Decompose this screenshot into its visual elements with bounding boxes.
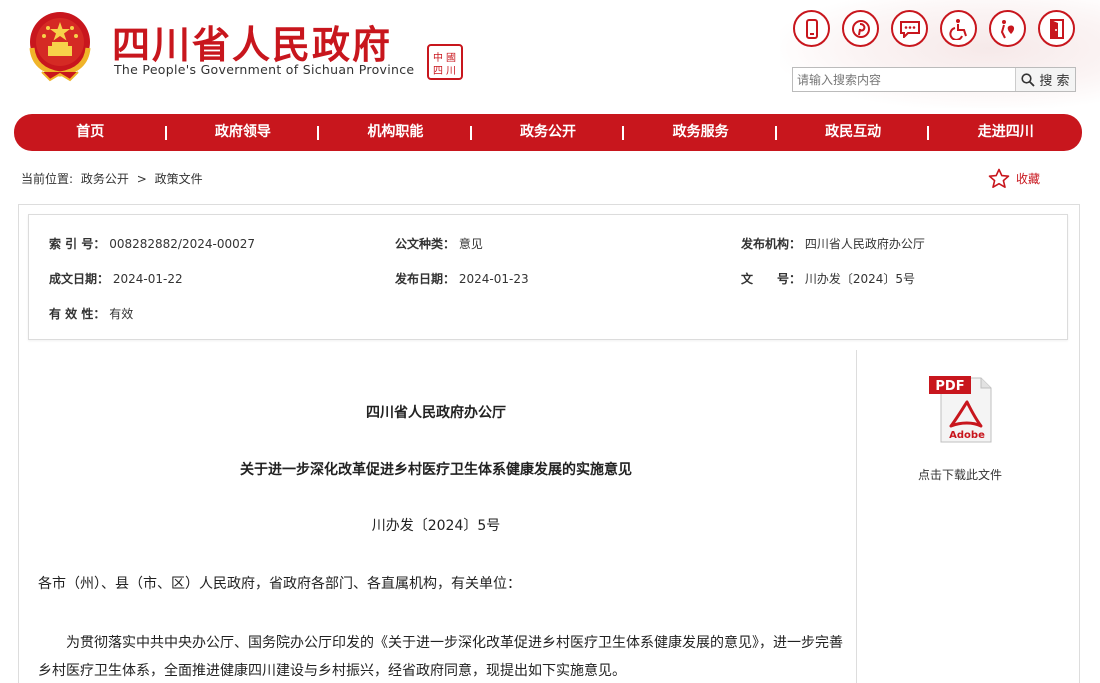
nav-item-interaction[interactable]: 政民互动 <box>777 114 930 151</box>
header-toolbar <box>793 10 1075 47</box>
nav-item-home[interactable]: 首页 <box>14 114 167 151</box>
article-title: 关于进一步深化改革促进乡村医疗卫生体系健康发展的实施意见 <box>240 462 632 478</box>
svg-text:國: 國 <box>446 52 456 64</box>
main-nav: 首页 政府领导 机构职能 政务公开 政务服务 政民互动 走进四川 <box>14 114 1082 151</box>
nav-item-leaders[interactable]: 政府领导 <box>167 114 320 151</box>
favorite-button[interactable]: 收藏 <box>988 168 1040 189</box>
meta-created-label: 成文日期： <box>49 272 110 286</box>
meta-index-label: 索 引 号： <box>49 237 106 251</box>
nav-item-institutions[interactable]: 机构职能 <box>319 114 472 151</box>
download-file-link[interactable]: 点击下载此文件 <box>918 466 1002 483</box>
article-doc-number: 川办发〔2024〕5号 <box>371 518 501 534</box>
meta-created: 成文日期： 2024-01-22 <box>49 270 183 287</box>
article-paragraph: 为贯彻落实中共中央办公厅、国务院办公厅印发的《关于进一步深化改革促进乡村医疗卫生… <box>38 635 843 679</box>
nav-item-gov-affairs-open[interactable]: 政务公开 <box>472 114 625 151</box>
meta-docno-value: 川办发〔2024〕5号 <box>804 272 916 286</box>
meta-publisher: 发布机构： 四川省人民政府办公厅 <box>741 235 925 252</box>
breadcrumb-prefix: 当前位置: <box>21 172 74 186</box>
mobile-icon[interactable] <box>793 10 830 47</box>
meta-category-value: 意见 <box>458 237 483 251</box>
pinterest-icon[interactable] <box>842 10 879 47</box>
sidebar-divider <box>856 350 857 683</box>
meta-category-label: 公文种类： <box>395 237 456 251</box>
nav-item-about-sichuan[interactable]: 走进四川 <box>929 114 1082 151</box>
meta-validity-label: 有 效 性： <box>49 307 106 321</box>
meta-index-value: 008282882/2024-00027 <box>109 237 255 251</box>
seal-logo: 中 國 四 川 <box>427 44 463 80</box>
search-box: 搜 索 <box>792 67 1076 92</box>
adobe-label: Adobe <box>949 430 985 441</box>
meta-publisher-label: 发布机构： <box>741 237 802 251</box>
breadcrumb-link-gov-affairs-open[interactable]: 政务公开 <box>81 172 129 186</box>
svg-text:中: 中 <box>433 51 443 64</box>
pdf-label: PDF <box>935 379 964 394</box>
nav-item-gov-services[interactable]: 政务服务 <box>624 114 777 151</box>
meta-publisher-value: 四川省人民政府办公厅 <box>804 237 925 251</box>
national-emblem-icon <box>29 12 91 82</box>
article-salutation: 各市（州）、县（市、区）人民政府，省政府各部门、各直属机构，有关单位： <box>38 576 521 592</box>
star-icon <box>988 168 1010 189</box>
pdf-download-icon[interactable]: PDF Adobe <box>927 372 999 444</box>
meta-index: 索 引 号： 008282882/2024-00027 <box>49 235 255 252</box>
search-icon <box>1021 72 1036 87</box>
document-metadata: 索 引 号： 008282882/2024-00027 公文种类： 意见 发布机… <box>28 214 1068 340</box>
wheelchair-icon[interactable] <box>940 10 977 47</box>
breadcrumb: 当前位置: 政务公开 > 政策文件 <box>21 170 207 187</box>
meta-row-1: 索 引 号： 008282882/2024-00027 公文种类： 意见 发布机… <box>29 235 1067 255</box>
svg-text:川: 川 <box>446 66 456 77</box>
seal-glyph-icon: 中 國 四 川 <box>433 51 456 77</box>
site-header: 四川省人民政府 The People's Government of Sichu… <box>0 0 1100 108</box>
meta-row-3: 有 效 性： 有效 <box>29 305 1067 325</box>
meta-validity: 有 效 性： 有效 <box>49 305 133 322</box>
meta-published-label: 发布日期： <box>395 272 456 286</box>
meta-published-value: 2024-01-23 <box>458 272 529 286</box>
elderly-care-icon[interactable] <box>989 10 1026 47</box>
search-input[interactable] <box>793 68 1015 91</box>
breadcrumb-link-policy-docs[interactable]: 政策文件 <box>155 172 203 186</box>
meta-docno: 文 号： 川办发〔2024〕5号 <box>741 270 915 287</box>
meta-category: 公文种类： 意见 <box>395 235 483 252</box>
exit-icon[interactable] <box>1038 10 1075 47</box>
favorite-label: 收藏 <box>1016 172 1041 186</box>
article-issuer: 四川省人民政府办公厅 <box>366 405 506 421</box>
chat-icon[interactable] <box>891 10 928 47</box>
meta-docno-label: 文 号： <box>741 272 802 286</box>
site-title[interactable]: 四川省人民政府 <box>112 14 392 69</box>
svg-text:四: 四 <box>433 66 443 77</box>
breadcrumb-separator: > <box>136 172 147 186</box>
search-button[interactable]: 搜 索 <box>1015 68 1075 91</box>
meta-row-2: 成文日期： 2024-01-22 发布日期： 2024-01-23 文 号： 川… <box>29 270 1067 290</box>
search-button-label: 搜 索 <box>1039 74 1070 89</box>
meta-validity-value: 有效 <box>109 307 134 321</box>
site-subtitle: The People's Government of Sichuan Provi… <box>114 62 415 77</box>
meta-published: 发布日期： 2024-01-23 <box>395 270 529 287</box>
meta-created-value: 2024-01-22 <box>112 272 183 286</box>
